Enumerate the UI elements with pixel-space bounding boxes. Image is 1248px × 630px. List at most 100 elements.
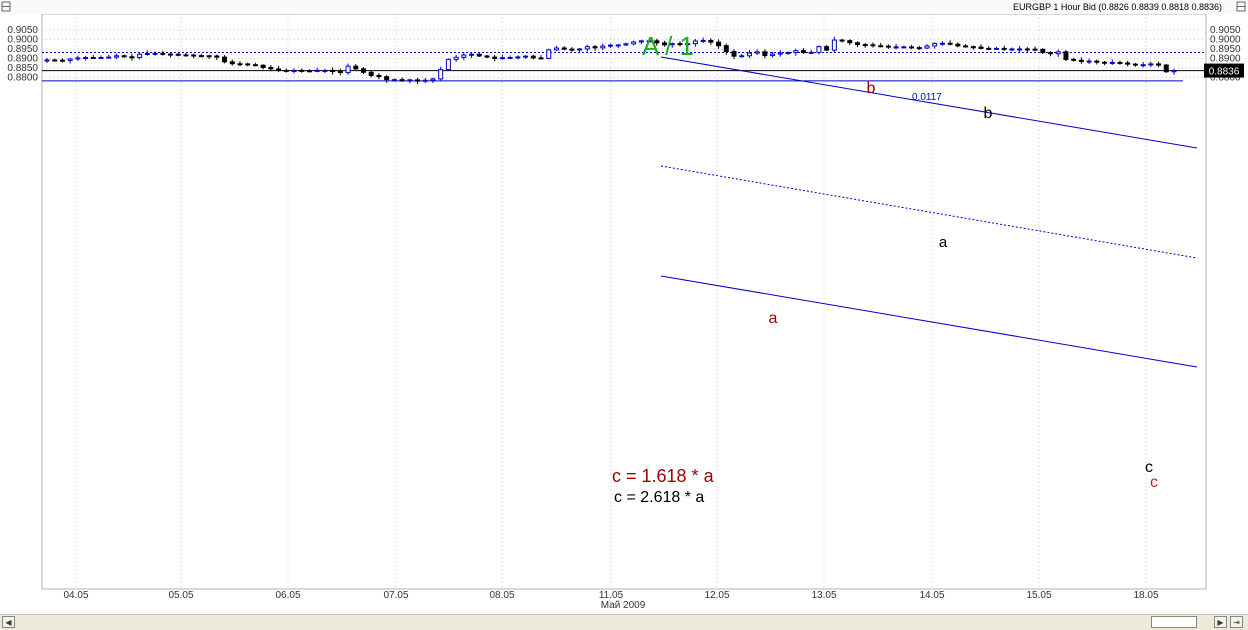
arrow-left-icon[interactable]: ◀	[2, 616, 15, 628]
candle-body	[268, 67, 274, 70]
wave-label-b-black: b	[984, 105, 993, 122]
scrollbar-thumb[interactable]	[1151, 616, 1197, 628]
candle-body	[1001, 47, 1007, 50]
current-price-label: 0.8836	[1209, 67, 1240, 78]
candle-body	[839, 39, 845, 42]
candle-body	[870, 44, 876, 47]
candle-body	[831, 39, 837, 51]
candle-body	[893, 46, 899, 49]
candle-body	[947, 42, 953, 45]
candle	[445, 58, 451, 71]
candle-body	[553, 47, 559, 51]
candle-body	[1032, 48, 1038, 51]
candle-body	[415, 79, 421, 82]
candle-body	[1063, 51, 1069, 60]
candle-body	[314, 69, 320, 72]
candle-body	[855, 42, 861, 46]
candle-body	[924, 45, 930, 49]
candle-body	[723, 45, 729, 53]
candle-body	[507, 56, 513, 59]
candle-body	[1017, 48, 1023, 51]
candle-body	[106, 56, 112, 59]
candle-body	[98, 56, 104, 59]
candle-body	[391, 79, 397, 82]
candle-body	[476, 53, 482, 57]
candle-body	[121, 55, 127, 58]
channel-distance-label: 0.0117	[912, 92, 942, 103]
candle-body	[770, 53, 776, 57]
candle-body	[322, 69, 328, 72]
wave-label-A1: A / 1	[642, 31, 694, 61]
candle-body	[1125, 62, 1131, 65]
candle-body	[1171, 70, 1177, 73]
candle-body	[1163, 64, 1169, 73]
x-tick-label: 13.05	[811, 590, 836, 601]
candle-body	[1024, 48, 1030, 51]
candle-body	[137, 53, 143, 58]
wave-label-a-black: a	[939, 234, 948, 251]
x-tick-label: 07.05	[383, 590, 408, 601]
candle-body	[160, 52, 166, 55]
go-to-end-icon[interactable]: ⇥	[1230, 616, 1243, 628]
candle-body	[955, 43, 961, 47]
candle-body	[499, 57, 505, 60]
candle-body	[90, 56, 96, 59]
candle-body	[739, 55, 745, 58]
candle-body	[168, 53, 174, 56]
x-tick-label: 05.05	[168, 590, 193, 601]
candle-body	[484, 55, 490, 58]
candle-body	[283, 69, 289, 72]
candle-body	[932, 42, 938, 47]
candle-body	[862, 44, 868, 47]
candle-body	[422, 79, 428, 82]
candle-body	[708, 39, 714, 43]
arrow-right-icon[interactable]: ▶	[1214, 616, 1227, 628]
candle-body	[376, 75, 382, 78]
wave-label-c-red: c	[1150, 474, 1158, 491]
candle	[1163, 63, 1169, 73]
candle-body	[530, 55, 536, 59]
candle-body	[306, 70, 312, 73]
candle-body	[1117, 61, 1123, 64]
candle-body	[731, 51, 737, 57]
candle-body	[252, 64, 258, 67]
candle-body	[469, 53, 475, 56]
candle-body	[83, 56, 89, 59]
x-axis-label: Май 2009	[601, 600, 646, 611]
candle-body	[1109, 61, 1115, 64]
candle-body	[152, 52, 158, 55]
candle-body	[754, 51, 760, 54]
chart-background	[0, 0, 1248, 629]
candle-body	[592, 46, 598, 49]
candle-body	[615, 44, 621, 47]
candle-body	[384, 76, 390, 81]
candle-body	[407, 79, 413, 82]
candle-body	[206, 55, 212, 58]
candle-body	[291, 69, 297, 72]
candle-body	[52, 59, 58, 62]
candle-body	[986, 47, 992, 50]
candle-body	[1094, 60, 1100, 63]
candle-body	[129, 56, 135, 59]
wave-label-a-red: a	[769, 310, 778, 327]
formula-black: c = 2.618 * a	[614, 489, 704, 506]
candle-body	[1009, 48, 1015, 51]
candle-body	[569, 48, 575, 51]
candle-body	[538, 57, 544, 60]
candle-body	[399, 79, 405, 82]
candle-body	[793, 50, 799, 54]
candle-body	[222, 56, 228, 63]
candle-body	[600, 45, 606, 49]
x-tick-label: 08.05	[489, 590, 514, 601]
horizontal-scrollbar[interactable]: ◀ ▶ ⇥	[0, 614, 1248, 630]
candle-body	[746, 52, 752, 57]
candle-body	[245, 63, 251, 66]
candle-body	[330, 69, 336, 73]
candle-body	[191, 54, 197, 57]
candle-body	[623, 43, 629, 46]
candle	[546, 48, 552, 60]
candle-body	[1040, 48, 1046, 54]
candle-body	[59, 59, 65, 62]
candle-body	[1086, 60, 1092, 63]
x-tick-label: 14.05	[919, 590, 944, 601]
